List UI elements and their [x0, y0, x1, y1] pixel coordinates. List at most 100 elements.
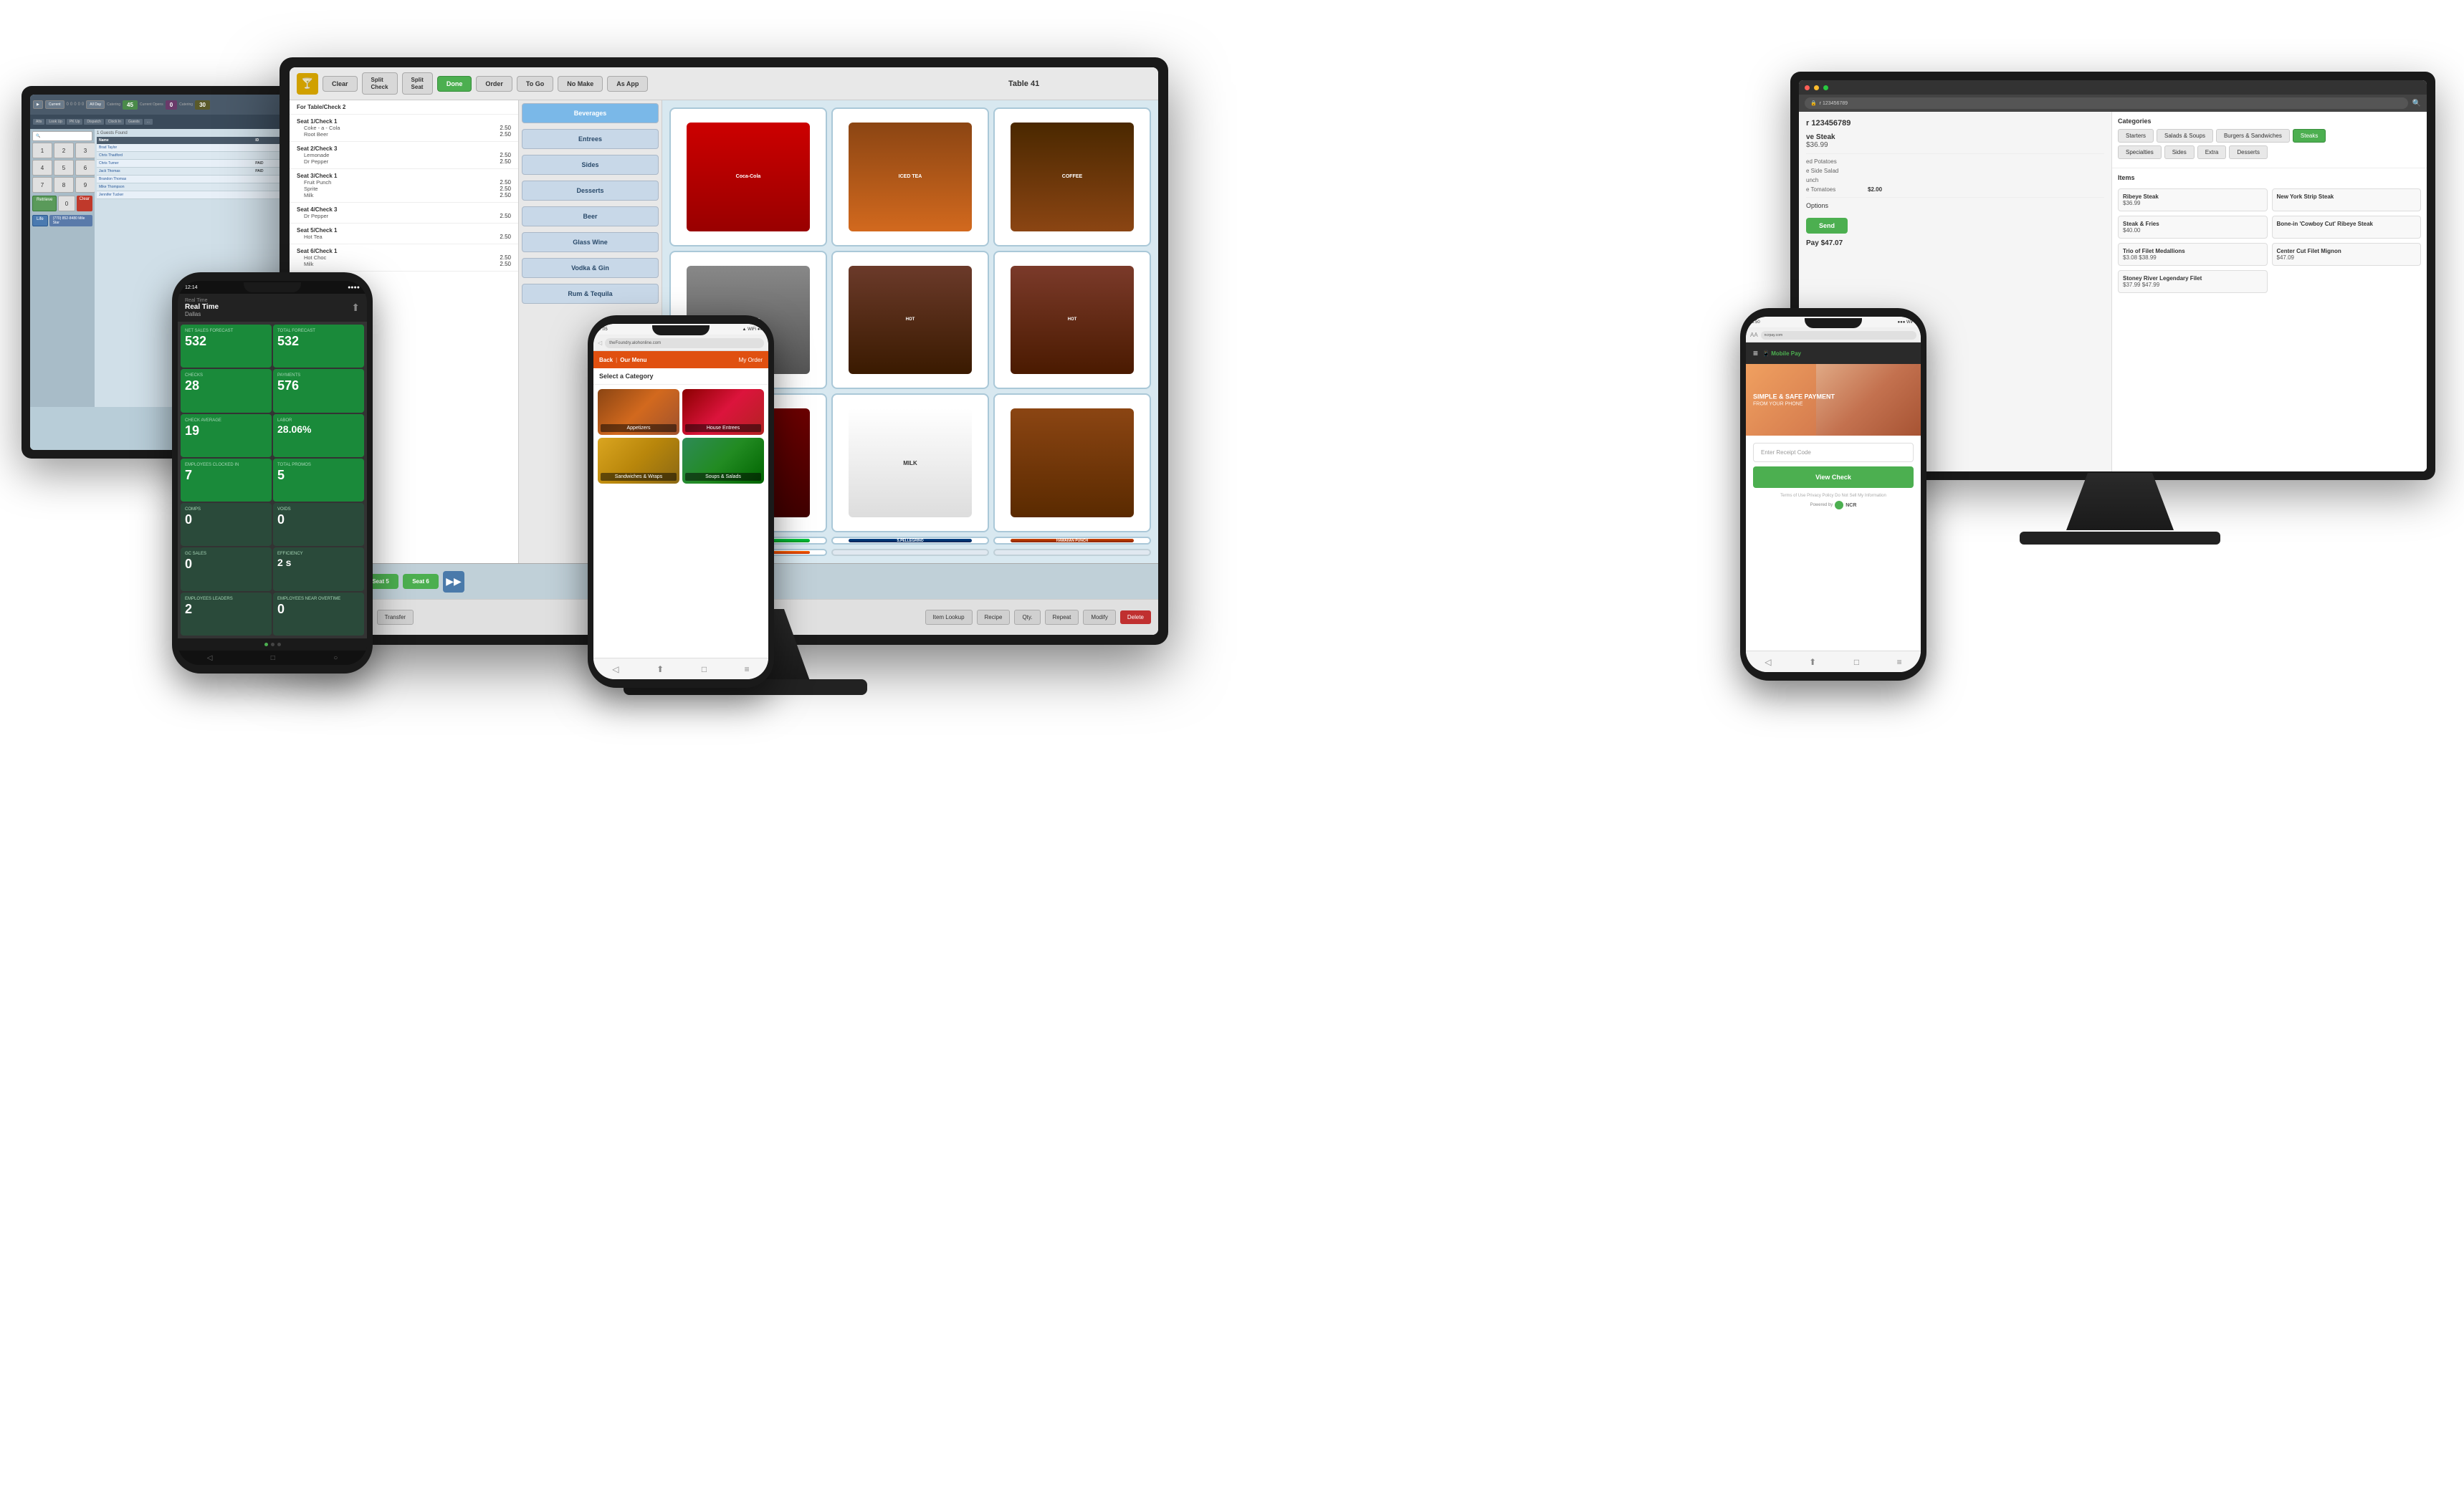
- item-stoney-river[interactable]: Stoney River Legendary Filet $37.99 $47.…: [2118, 270, 2268, 293]
- num-8[interactable]: 8: [54, 177, 74, 193]
- seat3-item3[interactable]: Milk2.50: [297, 192, 511, 198]
- done-btn[interactable]: Done: [437, 76, 472, 92]
- minimize-traffic[interactable]: [1814, 85, 1819, 90]
- seat2-item1[interactable]: Lemonade2.50: [297, 152, 511, 158]
- num-4[interactable]: 4: [32, 160, 52, 176]
- transfer-btn[interactable]: Transfer: [377, 610, 414, 625]
- cat-appetizers[interactable]: Appetizers: [598, 389, 679, 435]
- num-3[interactable]: 3: [75, 143, 95, 158]
- oo-url-bar[interactable]: theFoundry.alohonline.com: [605, 338, 764, 348]
- mp-tabs-nav[interactable]: □: [1854, 657, 1859, 667]
- seat6-item1[interactable]: Hot Choc2.50: [297, 254, 511, 261]
- bev-hawaiian-punch[interactable]: HAWAIIAN PUNCH: [993, 537, 1151, 545]
- split-seat-btn[interactable]: SplitSeat: [402, 72, 433, 95]
- mp-view-check-btn[interactable]: View Check: [1753, 466, 1914, 488]
- num-5[interactable]: 5: [54, 160, 74, 176]
- cat-burgers[interactable]: Burgers & Sandwiches: [2216, 129, 2290, 143]
- cat-beer[interactable]: Beer: [522, 206, 659, 226]
- rt-recents-icon[interactable]: ○: [333, 654, 338, 662]
- url-bar[interactable]: 🔒 r 123456789: [1805, 97, 2408, 109]
- bev-hot-choc[interactable]: HOT: [831, 251, 989, 390]
- seat6-btn[interactable]: Seat 6: [403, 574, 439, 589]
- item-center-filet[interactable]: Center Cut Filet Mignon $47.09: [2272, 243, 2422, 266]
- num-9[interactable]: 9: [75, 177, 95, 193]
- clear-btn[interactable]: Clear: [323, 76, 358, 92]
- oo-back-nav[interactable]: ◁: [612, 664, 619, 674]
- recipe-btn[interactable]: Recipe: [977, 610, 1011, 625]
- seat4-item1[interactable]: Dr Pepper2.50: [297, 213, 511, 219]
- bev-pellegrino[interactable]: S.PELLEGRINO: [831, 537, 989, 545]
- oo-bookmark-nav[interactable]: ≡: [745, 664, 750, 674]
- repeat-btn[interactable]: Repeat: [1045, 610, 1079, 625]
- item-lookup-btn[interactable]: Item Lookup: [925, 610, 973, 625]
- send-btn[interactable]: Send: [1806, 218, 1848, 234]
- life-btn[interactable]: Life: [32, 215, 48, 226]
- cat-house-entrees[interactable]: House Entrees: [682, 389, 764, 435]
- cat-rum-tequila[interactable]: Rum & Tequila: [522, 284, 659, 304]
- item-steakfries[interactable]: Steak & Fries $40.00: [2118, 216, 2268, 239]
- num-0[interactable]: 0: [58, 196, 75, 211]
- item-cowboy-ribeye[interactable]: Bone-in 'Cowboy Cut' Ribeye Steak: [2272, 216, 2422, 239]
- bev-milk[interactable]: MILK: [831, 393, 989, 532]
- item-trio-filet[interactable]: Trio of Filet Medallions $3.08 $38.99: [2118, 243, 2268, 266]
- all-day-btn[interactable]: All Day: [86, 100, 105, 109]
- mp-url-bar[interactable]: ncrpay.com: [1761, 331, 1916, 340]
- seat3-item2[interactable]: Sprite2.50: [297, 186, 511, 192]
- split-check-btn[interactable]: SplitCheck: [362, 72, 398, 95]
- dispatch-btn[interactable]: Dispatch: [84, 119, 103, 125]
- cat-sandwiches[interactable]: Sandwiches & Wraps: [598, 438, 679, 484]
- seat3-item1[interactable]: Fruit Punch2.50: [297, 179, 511, 186]
- cat-soups-salads[interactable]: Soups & Salads: [682, 438, 764, 484]
- mp-receipt-input[interactable]: Enter Receipt Code: [1753, 443, 1914, 462]
- mp-hamburger-icon[interactable]: ≡: [1753, 348, 1758, 358]
- close-traffic[interactable]: [1805, 85, 1810, 90]
- no-make-btn[interactable]: No Make: [558, 76, 603, 92]
- seat6-item2[interactable]: Milk2.50: [297, 261, 511, 267]
- play-btn[interactable]: ▶: [33, 100, 43, 109]
- cat-steaks[interactable]: Steaks: [2293, 129, 2326, 143]
- bev-hot-tea-2[interactable]: HOT: [993, 251, 1151, 390]
- seat2-item2[interactable]: Dr Pepper2.50: [297, 158, 511, 165]
- cat-extra[interactable]: Extra: [2197, 145, 2227, 159]
- cat-beverages[interactable]: Beverages: [522, 103, 659, 123]
- bev-hottea3[interactable]: [993, 393, 1151, 532]
- modify-btn[interactable]: Modify: [1083, 610, 1116, 625]
- oo-back-btn[interactable]: Back: [599, 357, 613, 363]
- bev-coffee[interactable]: COFFEE: [993, 107, 1151, 246]
- item-ribeye[interactable]: Ribeye Steak $36.99: [2118, 188, 2268, 211]
- mp-back-nav[interactable]: ◁: [1765, 657, 1771, 667]
- cat-vodka-gin[interactable]: Vodka & Gin: [522, 258, 659, 278]
- guests-btn[interactable]: Guests: [125, 119, 143, 125]
- seat1-item2[interactable]: Root Beer2.50: [297, 131, 511, 138]
- cat-specialties[interactable]: Specialties: [2118, 145, 2162, 159]
- cat-desserts2[interactable]: Desserts: [2229, 145, 2268, 159]
- cat-sides[interactable]: Sides: [522, 155, 659, 175]
- num-6[interactable]: 6: [75, 160, 95, 176]
- seat1-item1[interactable]: Coke - a - Cola2.50: [297, 125, 511, 131]
- num-1[interactable]: 1: [32, 143, 52, 158]
- num-7[interactable]: 7: [32, 177, 52, 193]
- look-up-btn[interactable]: Look Up: [46, 119, 65, 125]
- toolbar-more[interactable]: ...: [144, 119, 153, 125]
- to-go-btn[interactable]: To Go: [517, 76, 553, 92]
- num-2[interactable]: 2: [54, 143, 74, 158]
- bev-coke[interactable]: Coca-Cola: [669, 107, 827, 246]
- oo-menu-btn[interactable]: Our Menu: [620, 357, 646, 363]
- cat-entrees[interactable]: Entrees: [522, 129, 659, 149]
- rt-share-icon[interactable]: ⬆: [351, 302, 360, 314]
- maximize-traffic[interactable]: [1823, 85, 1828, 90]
- next-seat-btn[interactable]: ▶▶: [443, 571, 464, 593]
- pick-up-btn[interactable]: PK Up: [67, 119, 82, 125]
- alts-btn[interactable]: Alts: [33, 119, 44, 125]
- mp-share-nav[interactable]: ⬆: [1809, 657, 1816, 667]
- cat-starters[interactable]: Starters: [2118, 129, 2154, 143]
- bev-iced-tea[interactable]: ICED TEA: [831, 107, 989, 246]
- order-btn[interactable]: Order: [476, 76, 512, 92]
- oo-back-arrow[interactable]: ◁: [598, 340, 602, 346]
- mp-menu-nav[interactable]: ≡: [1897, 657, 1902, 667]
- cat-desserts[interactable]: Desserts: [522, 181, 659, 201]
- rt-back-icon[interactable]: ◁: [207, 654, 213, 662]
- delete-btn[interactable]: Delete: [1120, 610, 1151, 624]
- seat5-item1[interactable]: Hot Tea2.50: [297, 234, 511, 240]
- as-app-btn[interactable]: As App: [607, 76, 648, 92]
